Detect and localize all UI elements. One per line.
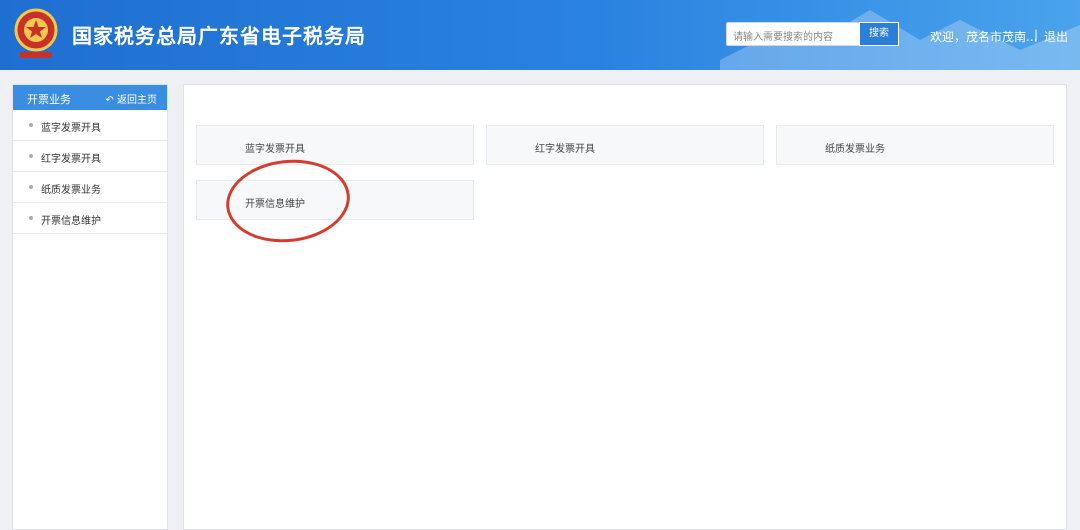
sidebar-item-paper-invoice[interactable]: 纸质发票业务 [13, 172, 167, 203]
bullet-icon [29, 185, 33, 189]
sidebar-item-label: 蓝字发票开具 [41, 123, 101, 134]
sidebar-item-label: 红字发票开具 [41, 154, 101, 165]
welcome-text[interactable]: 欢迎，茂名市茂南... [930, 28, 1037, 45]
sidebar-item-blue-invoice[interactable]: 蓝字发票开具 [13, 110, 167, 141]
header-separator: | [1034, 28, 1039, 42]
top-header: 国家税务总局广东省电子税务局 请输入需要搜索的内容 搜索 欢迎，茂名市茂南...… [0, 0, 1080, 70]
sidebar: 开票业务 ↶ 返回主页 蓝字发票开具 红字发票开具 纸质发票业务 开票信息维护 [12, 84, 168, 530]
back-arrow-icon: ↶ [105, 95, 114, 106]
back-home-label: 返回主页 [117, 95, 157, 106]
card-paper-invoice[interactable]: 纸质发票业务 [776, 125, 1054, 165]
card-red-invoice[interactable]: 红字发票开具 [486, 125, 764, 165]
logout-link[interactable]: 退出 [1044, 28, 1068, 45]
main-content: 蓝字发票开具 红字发票开具 纸质发票业务 开票信息维护 [183, 84, 1067, 530]
sidebar-item-label: 开票信息维护 [41, 216, 101, 227]
sidebar-item-red-invoice[interactable]: 红字发票开具 [13, 141, 167, 172]
site-title: 国家税务总局广东省电子税务局 [72, 24, 366, 48]
bullet-icon [29, 154, 33, 158]
card-label: 纸质发票业务 [825, 144, 885, 155]
sidebar-header: 开票业务 ↶ 返回主页 [13, 85, 167, 110]
bullet-icon [29, 216, 33, 220]
sidebar-title: 开票业务 [27, 93, 71, 106]
sidebar-item-label: 纸质发票业务 [41, 185, 101, 196]
tax-emblem-icon [14, 8, 58, 58]
bullet-icon [29, 123, 33, 127]
search-input[interactable]: 请输入需要搜索的内容 [726, 22, 860, 46]
sidebar-item-invoice-info[interactable]: 开票信息维护 [13, 203, 167, 234]
card-label: 红字发票开具 [535, 144, 595, 155]
card-label: 蓝字发票开具 [245, 144, 305, 155]
card-blue-invoice[interactable]: 蓝字发票开具 [196, 125, 474, 165]
back-home-link[interactable]: ↶ 返回主页 [105, 91, 157, 106]
search-button[interactable]: 搜索 [859, 22, 899, 46]
